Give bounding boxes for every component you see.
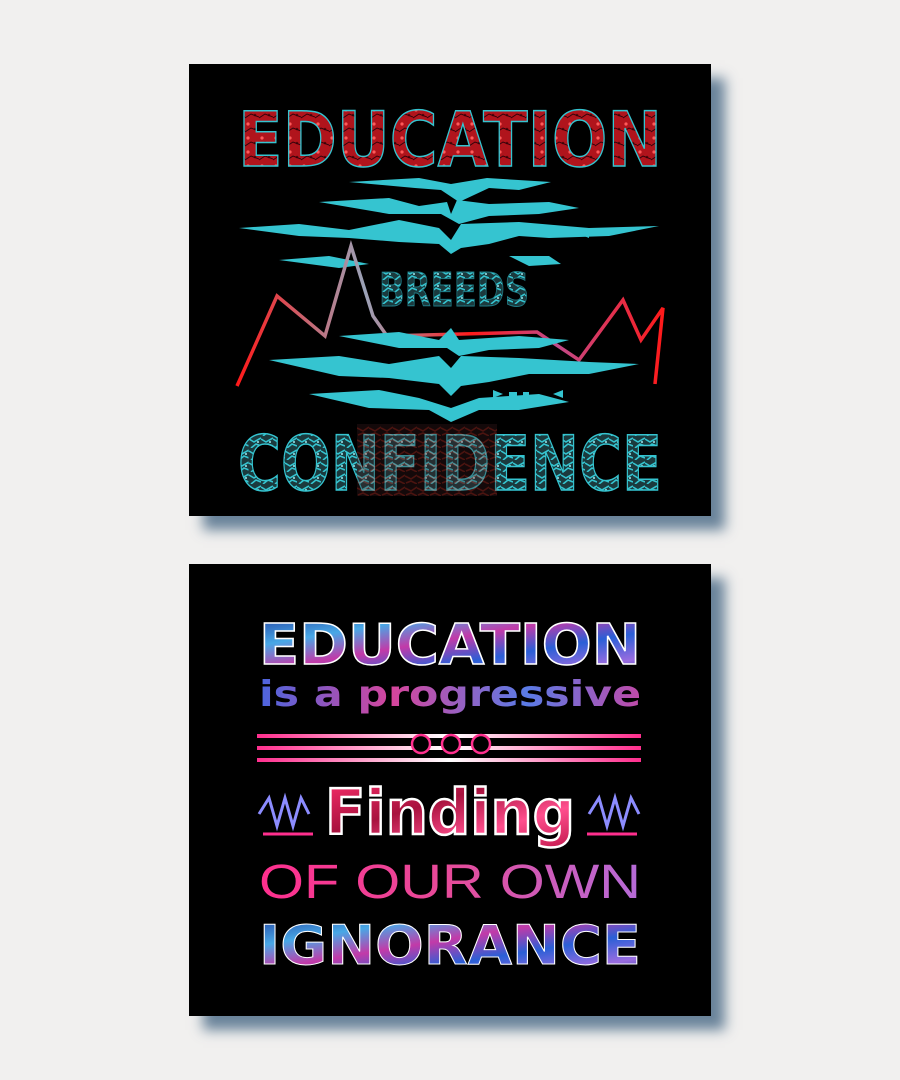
poster-bottom-line5: IGNORANCE <box>259 914 641 977</box>
poster-education-progressive-finding: EDUCATION is a progressive Finding OF OU… <box>189 564 711 1016</box>
teal-splash-bottom <box>269 328 639 422</box>
poster-top-artwork: EDUCATION BREEDS CONFIDENCE <box>235 94 665 509</box>
poster-bottom-line2: is a progressive <box>259 674 641 715</box>
poster-bottom-artwork: EDUCATION is a progressive Finding OF OU… <box>257 612 642 978</box>
zigzag-ornament-left <box>257 792 313 836</box>
poster-bottom-line1: EDUCATION <box>259 613 641 678</box>
poster-education-breeds-confidence: EDUCATION BREEDS CONFIDENCE <box>189 64 711 516</box>
poster-top-line1: EDUCATION <box>238 95 662 184</box>
poster-bottom-line3: Finding <box>325 776 575 849</box>
poster-top-line2: BREEDS <box>379 263 529 317</box>
confidence-red-accent <box>357 424 497 496</box>
ornament-circles <box>410 733 492 755</box>
teal-splash-top <box>239 178 659 268</box>
zigzag-ornament-right <box>587 792 641 836</box>
poster-bottom-line4: OF OUR OWN <box>259 856 641 909</box>
